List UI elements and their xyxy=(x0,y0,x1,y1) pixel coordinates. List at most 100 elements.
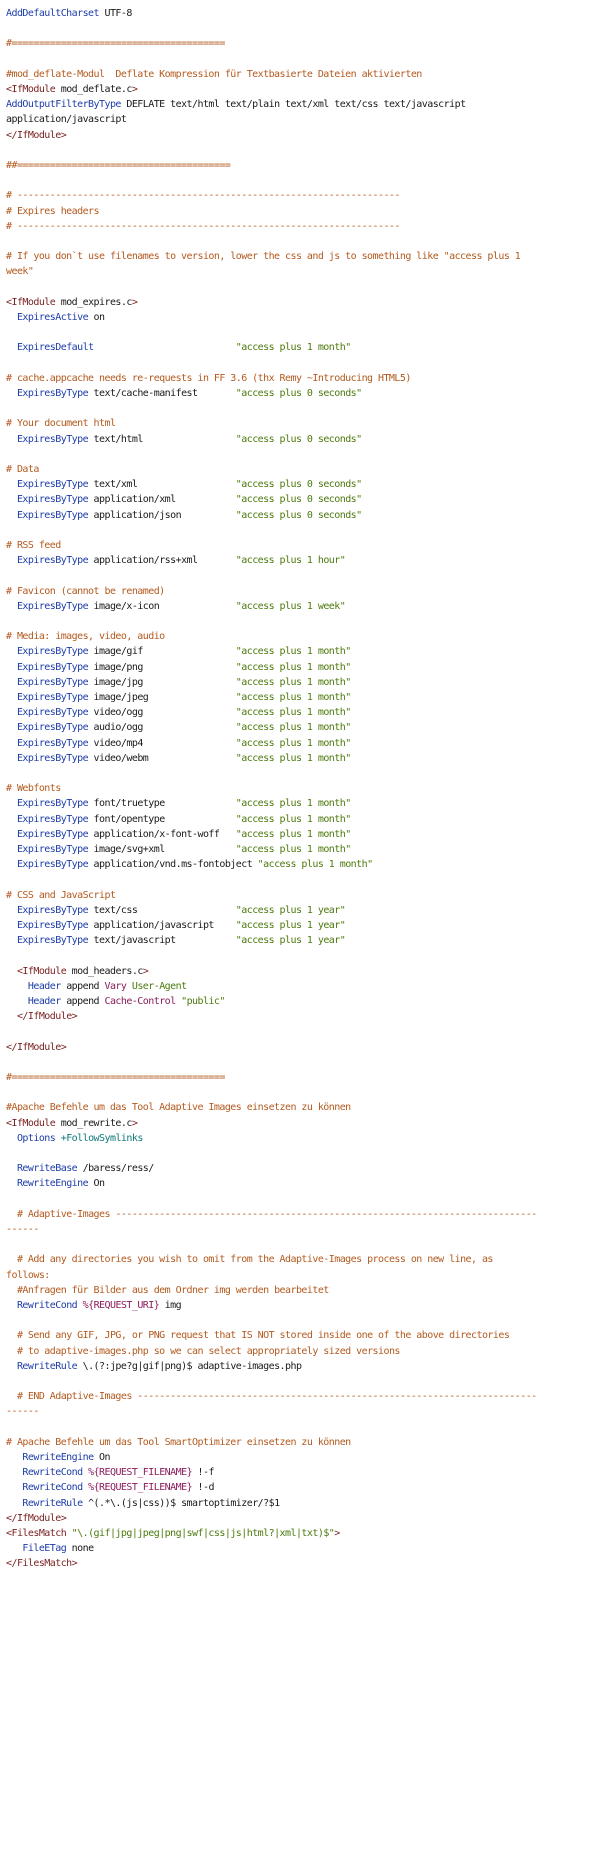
code-token: <IfModule xyxy=(6,1117,56,1129)
code-line: #Apache Befehle um das Tool Adaptive Ima… xyxy=(6,1100,351,1115)
code-token: "access plus 1 month" xyxy=(235,798,351,810)
code-line: <IfModule mod_expires.c> xyxy=(6,295,138,310)
code-token: ExpiresByType xyxy=(16,844,89,855)
code-token: </IfModule> xyxy=(16,1011,78,1023)
code-token: <IfModule xyxy=(6,296,56,308)
code-line: #======================================= xyxy=(6,36,225,51)
code-token: ExpiresByType xyxy=(16,555,89,567)
code-token: application/x-font-woff xyxy=(88,828,236,840)
code-token: application/rss+xml xyxy=(88,555,236,567)
code-line: # END Adaptive-Images ------------------… xyxy=(6,1389,537,1404)
code-line: </IfModule> xyxy=(6,1040,67,1055)
code-token: "access plus 1 week" xyxy=(235,600,346,612)
code-line: ExpiresByType text/cache-manifest "acces… xyxy=(6,386,362,401)
code-line: ExpiresByType image/jpeg "access plus 1 … xyxy=(6,690,351,705)
code-line: # Your document html xyxy=(6,416,116,431)
code-line: RewriteCond %{REQUEST_FILENAME} !-d xyxy=(6,1480,214,1495)
code-line: week" xyxy=(6,264,34,279)
code-token: ExpiresByType xyxy=(16,479,89,491)
code-token: mod_expires.c xyxy=(55,296,133,308)
code-token: image/gif xyxy=(88,646,236,658)
code-token: ExpiresByType xyxy=(16,737,89,749)
code-line: ExpiresByType text/css "access plus 1 ye… xyxy=(6,903,346,918)
code-token: </IfModule> xyxy=(6,1041,67,1053)
code-line: Options +FollowSymlinks xyxy=(6,1131,143,1146)
code-token: <IfModule xyxy=(16,965,67,977)
code-token: ExpiresByType xyxy=(16,722,89,734)
code-token: application/javascript xyxy=(88,920,236,931)
code-token: %{REQUEST_URI} xyxy=(82,1300,160,1311)
code-token: ExpiresByType xyxy=(16,798,89,810)
code-line: ExpiresByType application/rss+xml "acces… xyxy=(6,553,346,568)
code-token: "access plus 1 month" xyxy=(235,692,351,703)
code-token: ExpiresByType xyxy=(16,813,89,825)
code-line: ExpiresByType text/xml "access plus 0 se… xyxy=(6,477,362,492)
code-token: # RSS feed xyxy=(6,540,61,551)
code-token: "access plus 1 year" xyxy=(235,904,346,916)
code-token: ExpiresByType xyxy=(16,388,89,399)
code-token: # --------------------------------------… xyxy=(6,190,400,202)
code-token: ExpiresByType xyxy=(16,935,89,947)
code-line: RewriteCond %{REQUEST_FILENAME} !-f xyxy=(6,1465,214,1480)
code-line: <FilesMatch "\.(gif|jpg|jpeg|png|swf|css… xyxy=(6,1526,340,1541)
code-token: ExpiresByType xyxy=(16,494,89,506)
code-line: AddDefaultCharset UTF-8 xyxy=(6,6,132,21)
code-token: application/javascript xyxy=(6,114,127,126)
code-line: # --------------------------------------… xyxy=(6,188,400,203)
code-token: #mod_deflate-Modul Deflate Kompression f… xyxy=(6,68,422,80)
code-token: User-Agent xyxy=(131,980,187,992)
code-token: none xyxy=(66,1543,94,1555)
code-line: ExpiresDefault "access plus 1 month" xyxy=(6,340,351,355)
code-token: ExpiresByType xyxy=(16,646,89,658)
code-token: text/css xyxy=(88,904,236,916)
code-token: "access plus 1 year" xyxy=(235,935,346,947)
code-token: ExpiresDefault xyxy=(16,342,94,354)
code-token: ##======================================… xyxy=(6,160,231,171)
code-line: ExpiresActive on xyxy=(6,310,105,325)
code-token: "access plus 1 month" xyxy=(235,752,351,764)
code-token: #Anfragen für Bilder aus dem Ordner img … xyxy=(16,1284,329,1296)
code-line: # to adaptive-images.php so we can selec… xyxy=(6,1344,400,1359)
code-line: application/javascript xyxy=(6,112,127,127)
code-line: ExpiresByType image/x-icon "access plus … xyxy=(6,599,346,614)
code-line: # Favicon (cannot be renamed) xyxy=(6,584,165,599)
code-token: image/jpg xyxy=(88,676,236,688)
code-token: "access plus 0 seconds" xyxy=(235,388,362,399)
code-token: mod_deflate.c xyxy=(55,84,133,95)
code-token: video/ogg xyxy=(88,707,236,719)
code-token: ExpiresByType xyxy=(16,676,89,688)
code-token: image/jpeg xyxy=(88,692,236,703)
code-token: ExpiresByType xyxy=(16,920,89,931)
code-token: # --------------------------------------… xyxy=(6,220,400,232)
code-token: "access plus 1 month" xyxy=(235,676,351,688)
code-token: #Apache Befehle um das Tool Adaptive Ima… xyxy=(6,1102,351,1114)
code-token: font/opentype xyxy=(88,813,236,825)
code-line: </IfModule> xyxy=(6,1511,67,1526)
code-token: On xyxy=(93,1452,111,1463)
code-token: "access plus 1 month" xyxy=(235,707,351,719)
code-token: "access plus 0 seconds" xyxy=(235,509,362,521)
code-line: follows: xyxy=(6,1268,50,1283)
code-token: > xyxy=(131,1117,138,1129)
code-line: RewriteEngine On xyxy=(6,1450,110,1465)
code-line: ------ xyxy=(6,1222,39,1237)
code-line: RewriteEngine On xyxy=(6,1176,105,1191)
code-token: text/cache-manifest xyxy=(88,388,236,399)
code-line: </IfModule> xyxy=(6,1009,78,1024)
